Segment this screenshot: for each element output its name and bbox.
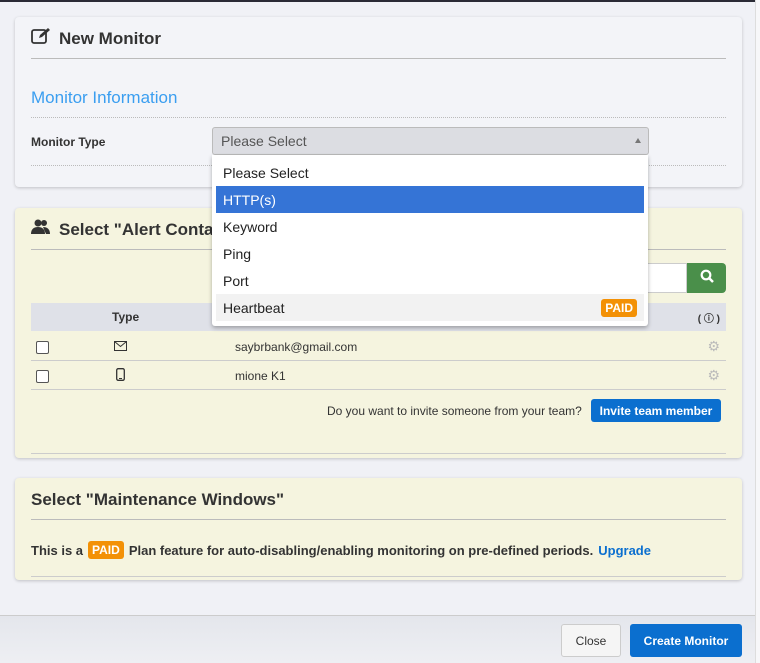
maintenance-panel: Select "Maintenance Windows" This is a P… — [15, 478, 742, 580]
maintenance-text: This is a PAID Plan feature for auto-dis… — [31, 541, 726, 559]
section-heading: Monitor Information — [31, 88, 726, 118]
divider — [31, 453, 726, 454]
close-button[interactable]: Close — [561, 624, 621, 657]
option-label: Port — [223, 272, 249, 289]
table-row: saybrbank@gmail.com ⚙ — [31, 332, 726, 361]
paid-badge: PAID — [88, 541, 124, 559]
paid-badge: PAID — [601, 298, 637, 317]
contact-checkbox[interactable] — [36, 370, 49, 383]
option-heartbeat[interactable]: Heartbeat PAID — [216, 294, 644, 321]
monitor-type-dropdown: Please Select HTTP(s) Keyword Ping Port … — [212, 155, 648, 326]
col-type: Type — [112, 310, 140, 324]
create-monitor-button[interactable]: Create Monitor — [630, 624, 742, 657]
invite-text: Do you want to invite someone from your … — [327, 404, 582, 418]
modal-footer: Close Create Monitor — [0, 615, 755, 663]
window-top-border — [0, 0, 760, 2]
email-icon — [114, 340, 127, 354]
text: This is a — [31, 542, 84, 558]
users-icon — [31, 219, 51, 240]
mobile-icon — [116, 368, 125, 384]
option-port[interactable]: Port — [216, 267, 644, 294]
contact-value: saybrbank@gmail.com — [235, 340, 358, 354]
option-keyword[interactable]: Keyword — [216, 213, 644, 240]
contact-checkbox[interactable] — [36, 341, 49, 354]
panel-header: Select "Maintenance Windows" — [31, 480, 726, 520]
gear-icon[interactable]: ⚙ — [707, 338, 720, 355]
search-icon — [700, 269, 714, 288]
option-label: Heartbeat — [223, 299, 285, 316]
scrollbar[interactable] — [755, 0, 760, 663]
modal-header: New Monitor — [31, 19, 726, 59]
option-label: Ping — [223, 245, 252, 262]
option-ping[interactable]: Ping — [216, 240, 644, 267]
option-label: HTTP(s) — [223, 191, 276, 208]
caret-up-icon — [635, 138, 641, 143]
edit-icon — [31, 27, 51, 50]
invite-team-member-button[interactable]: Invite team member — [591, 399, 721, 422]
divider — [31, 576, 726, 577]
text: Plan feature for auto-disabling/enabling… — [128, 542, 594, 558]
search-button[interactable] — [687, 263, 726, 293]
option-label: Keyword — [223, 218, 278, 235]
monitor-type-select[interactable]: Please Select — [212, 127, 649, 155]
option-please-select[interactable]: Please Select — [216, 159, 644, 186]
contact-value: mione K1 — [235, 369, 286, 383]
monitor-type-label: Monitor Type — [31, 134, 106, 149]
table-row: mione K1 ⚙ — [31, 361, 726, 390]
option-http[interactable]: HTTP(s) — [216, 186, 644, 213]
option-label: Please Select — [223, 164, 309, 181]
gear-icon[interactable]: ⚙ — [707, 367, 720, 384]
modal-title: New Monitor — [59, 28, 161, 48]
info-icon: ( ⓘ ) — [697, 314, 720, 325]
upgrade-link[interactable]: Upgrade — [598, 543, 651, 558]
select-value: Please Select — [221, 133, 307, 149]
panel-title: Select "Maintenance Windows" — [31, 489, 285, 509]
